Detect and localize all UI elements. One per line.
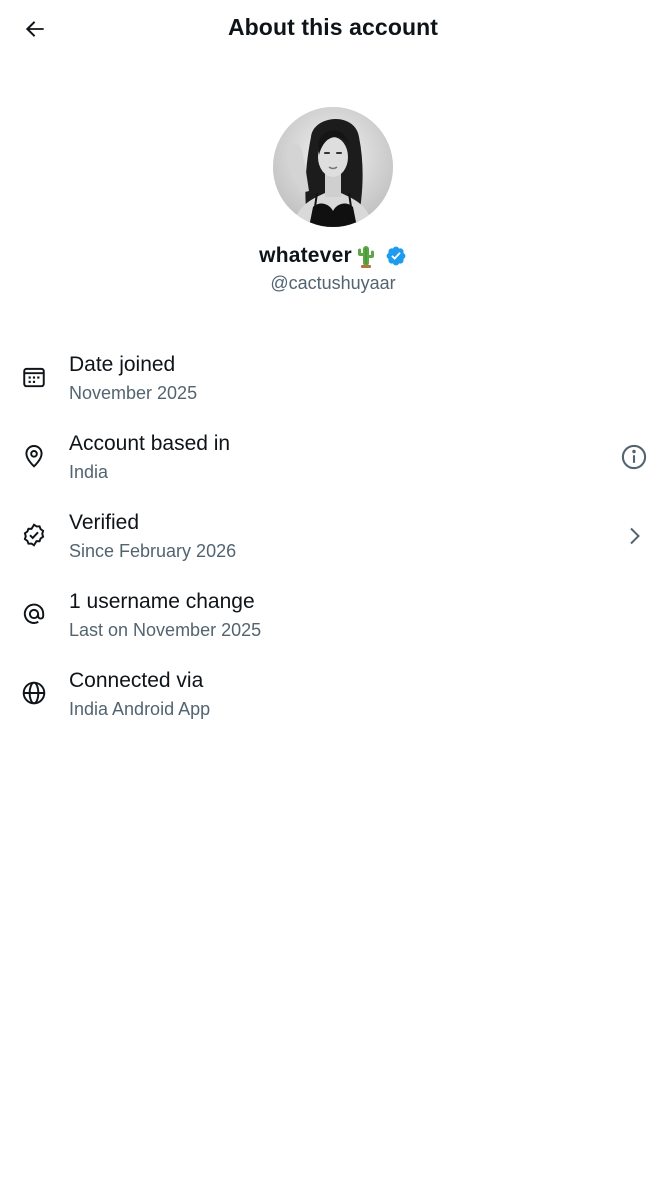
globe-icon <box>20 679 48 707</box>
verified-badge-icon[interactable] <box>385 245 407 267</box>
cactus-icon <box>355 244 377 268</box>
account-based-row: Account based in India <box>0 419 666 498</box>
account-info-list: Date joined November 2025 Account based … <box>0 340 666 735</box>
chevron-right-icon[interactable] <box>618 520 650 552</box>
calendar-icon <box>20 363 48 391</box>
profile-name-row: whatever <box>0 244 666 268</box>
account-based-title: Account based in <box>69 432 231 455</box>
avatar[interactable] <box>273 107 393 227</box>
connected-via-row: Connected via India Android App <box>0 656 666 735</box>
display-name: whatever <box>259 244 352 267</box>
verified-badge-icon <box>20 521 48 549</box>
verified-row[interactable]: Verified Since February 2026 <box>0 498 666 577</box>
date-joined-value: November 2025 <box>69 383 198 403</box>
avatar-photo <box>273 107 393 227</box>
handle: @cactushuyaar <box>270 273 396 293</box>
top-bar: About this account <box>0 0 666 56</box>
username-change-value: Last on November 2025 <box>69 620 262 640</box>
connected-via-title: Connected via <box>69 669 204 692</box>
username-change-row: 1 username change Last on November 2025 <box>0 577 666 656</box>
verified-title: Verified <box>69 511 140 534</box>
info-icon[interactable] <box>618 441 650 473</box>
connected-via-value: India Android App <box>69 699 211 719</box>
page-title: About this account <box>227 14 439 40</box>
account-based-value: India <box>69 462 109 482</box>
at-sign-icon <box>20 600 48 628</box>
date-joined-title: Date joined <box>69 353 176 376</box>
username-change-title: 1 username change <box>69 590 255 613</box>
verified-value: Since February 2026 <box>69 541 237 561</box>
location-pin-icon <box>20 442 48 470</box>
date-joined-row: Date joined November 2025 <box>0 340 666 419</box>
